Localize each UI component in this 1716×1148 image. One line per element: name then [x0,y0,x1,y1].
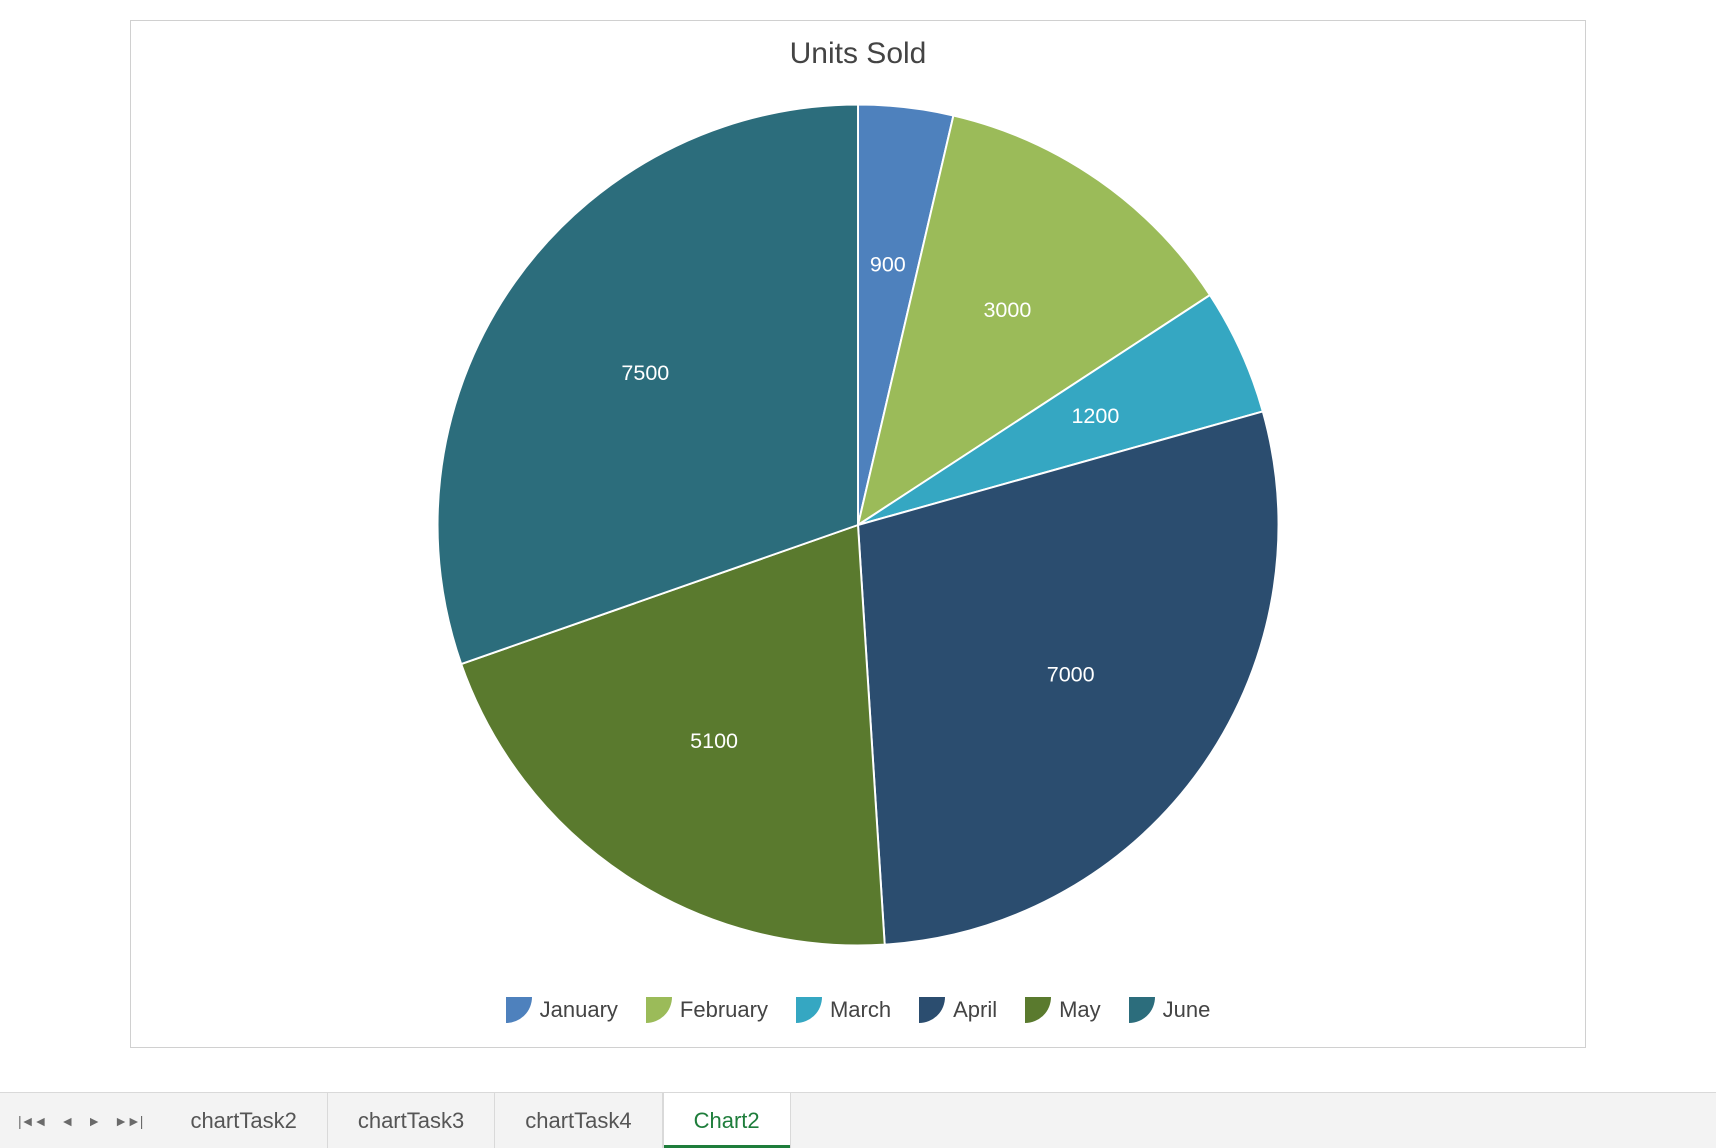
chart-area: Units Sold 900 3000 1200 7000 5100 7500 Janua… [130,20,1586,1048]
legend-swatch-icon [796,997,822,1023]
legend-swatch-icon [506,997,532,1023]
sheet-tab[interactable]: chartTask4 [495,1093,662,1148]
pie-data-label: 900 [870,253,906,277]
legend-item[interactable]: May [1025,997,1101,1023]
pie-data-label: 7500 [621,361,669,385]
sheet-tabs: chartTask2chartTask3chartTask4Chart2 [160,1093,790,1148]
legend-label: February [680,997,768,1023]
sheet-tabstrip: |◄◄ ◄ ► ►►| chartTask2chartTask3chartTas… [0,1092,1716,1148]
sheet-tab[interactable]: chartTask2 [160,1093,327,1148]
legend-item[interactable]: March [796,997,891,1023]
legend-label: April [953,997,997,1023]
legend-item[interactable]: February [646,997,768,1023]
first-icon[interactable]: |◄◄ [18,1113,46,1129]
legend-label: June [1163,997,1211,1023]
legend-swatch-icon [1025,997,1051,1023]
next-icon[interactable]: ► [87,1113,100,1129]
pie-data-label: 7000 [1047,662,1095,686]
pie-data-label: 1200 [1071,404,1119,428]
legend-item[interactable]: April [919,997,997,1023]
legend-label: March [830,997,891,1023]
pie-data-label: 3000 [983,298,1031,322]
sheet-tab[interactable]: Chart2 [663,1092,791,1148]
legend-swatch-icon [646,997,672,1023]
legend-label: January [540,997,618,1023]
legend-item[interactable]: June [1129,997,1211,1023]
chart-legend: January February March April May June [131,997,1585,1023]
pie-data-label: 5100 [690,729,738,753]
prev-icon[interactable]: ◄ [60,1113,73,1129]
chart-title: Units Sold [131,37,1585,71]
sheet-nav-controls: |◄◄ ◄ ► ►►| [0,1093,160,1148]
legend-label: May [1059,997,1101,1023]
legend-swatch-icon [1129,997,1155,1023]
sheet-tab[interactable]: chartTask3 [328,1093,495,1148]
legend-item[interactable]: January [506,997,618,1023]
last-icon[interactable]: ►►| [114,1113,142,1129]
legend-swatch-icon [919,997,945,1023]
pie-chart: 900 3000 1200 7000 5100 7500 [418,85,1298,965]
